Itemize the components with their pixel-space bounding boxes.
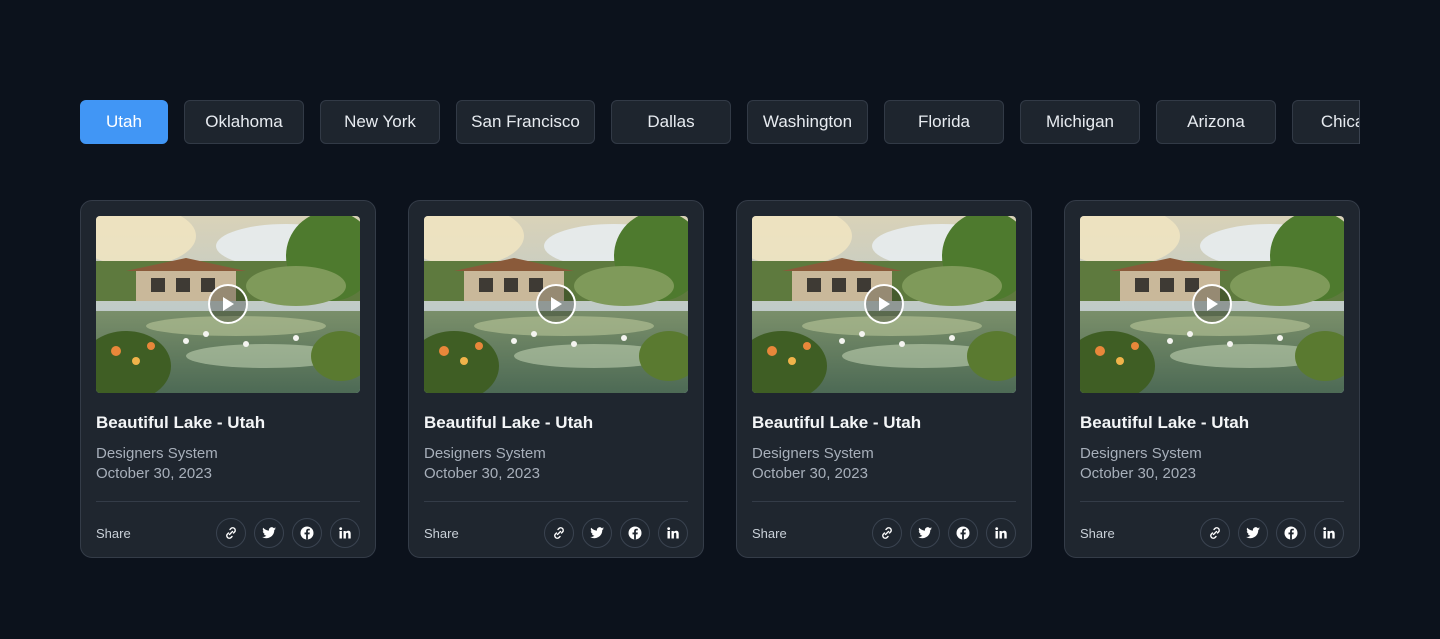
link-icon[interactable]	[216, 518, 246, 548]
share-label: Share	[424, 525, 459, 541]
play-icon	[551, 297, 562, 311]
play-icon	[879, 297, 890, 311]
play-icon	[223, 297, 234, 311]
tab-florida[interactable]: Florida	[884, 100, 1004, 144]
card-divider	[96, 501, 360, 502]
play-button[interactable]	[1192, 284, 1232, 324]
share-label: Share	[752, 525, 787, 541]
card-author: Designers System	[424, 445, 546, 462]
card-author: Designers System	[96, 445, 218, 462]
share-row: Share	[96, 518, 360, 548]
video-thumbnail[interactable]	[96, 216, 360, 393]
video-card[interactable]: Beautiful Lake - Utah Designers System O…	[80, 200, 376, 558]
twitter-icon[interactable]	[582, 518, 612, 548]
twitter-icon[interactable]	[254, 518, 284, 548]
card-date: October 30, 2023	[1080, 465, 1196, 482]
share-row: Share	[424, 518, 688, 548]
card-title: Beautiful Lake - Utah	[752, 413, 922, 432]
play-button[interactable]	[536, 284, 576, 324]
twitter-icon[interactable]	[1238, 518, 1268, 548]
share-row: Share	[1080, 518, 1344, 548]
card-divider	[752, 501, 1016, 502]
linkedin-icon[interactable]	[330, 518, 360, 548]
facebook-icon[interactable]	[620, 518, 650, 548]
tab-oklahoma[interactable]: Oklahoma	[184, 100, 304, 144]
card-date: October 30, 2023	[96, 465, 212, 482]
share-row: Share	[752, 518, 1016, 548]
card-author: Designers System	[1080, 445, 1202, 462]
card-divider	[424, 501, 688, 502]
linkedin-icon[interactable]	[658, 518, 688, 548]
link-icon[interactable]	[544, 518, 574, 548]
tab-arizona[interactable]: Arizona	[1156, 100, 1276, 144]
twitter-icon[interactable]	[910, 518, 940, 548]
video-card[interactable]: Beautiful Lake - Utah Designers System O…	[736, 200, 1032, 558]
play-button[interactable]	[864, 284, 904, 324]
facebook-icon[interactable]	[292, 518, 322, 548]
tab-utah[interactable]: Utah	[80, 100, 168, 144]
link-icon[interactable]	[1200, 518, 1230, 548]
linkedin-icon[interactable]	[1314, 518, 1344, 548]
tab-new-york[interactable]: New York	[320, 100, 440, 144]
play-icon	[1207, 297, 1218, 311]
card-title: Beautiful Lake - Utah	[424, 413, 594, 432]
video-thumbnail[interactable]	[1080, 216, 1344, 393]
video-card[interactable]: Beautiful Lake - Utah Designers System O…	[408, 200, 704, 558]
share-label: Share	[1080, 525, 1115, 541]
card-title: Beautiful Lake - Utah	[96, 413, 266, 432]
facebook-icon[interactable]	[1276, 518, 1306, 548]
location-tab-bar: Utah Oklahoma New York San Francisco Dal…	[80, 100, 1360, 144]
facebook-icon[interactable]	[948, 518, 978, 548]
play-button[interactable]	[208, 284, 248, 324]
card-divider	[1080, 501, 1344, 502]
card-date: October 30, 2023	[752, 465, 868, 482]
tab-chicago[interactable]: Chicago	[1292, 100, 1359, 144]
card-author: Designers System	[752, 445, 874, 462]
tab-michigan[interactable]: Michigan	[1020, 100, 1140, 144]
linkedin-icon[interactable]	[986, 518, 1016, 548]
card-title: Beautiful Lake - Utah	[1080, 413, 1250, 432]
tab-san-francisco[interactable]: San Francisco	[456, 100, 595, 144]
share-label: Share	[96, 525, 131, 541]
video-thumbnail[interactable]	[424, 216, 688, 393]
tab-dallas[interactable]: Dallas	[611, 100, 731, 144]
video-card-list: Beautiful Lake - Utah Designers System O…	[80, 200, 1360, 558]
tab-washington[interactable]: Washington	[747, 100, 868, 144]
card-date: October 30, 2023	[424, 465, 540, 482]
link-icon[interactable]	[872, 518, 902, 548]
video-thumbnail[interactable]	[752, 216, 1016, 393]
video-card[interactable]: Beautiful Lake - Utah Designers System O…	[1064, 200, 1360, 558]
